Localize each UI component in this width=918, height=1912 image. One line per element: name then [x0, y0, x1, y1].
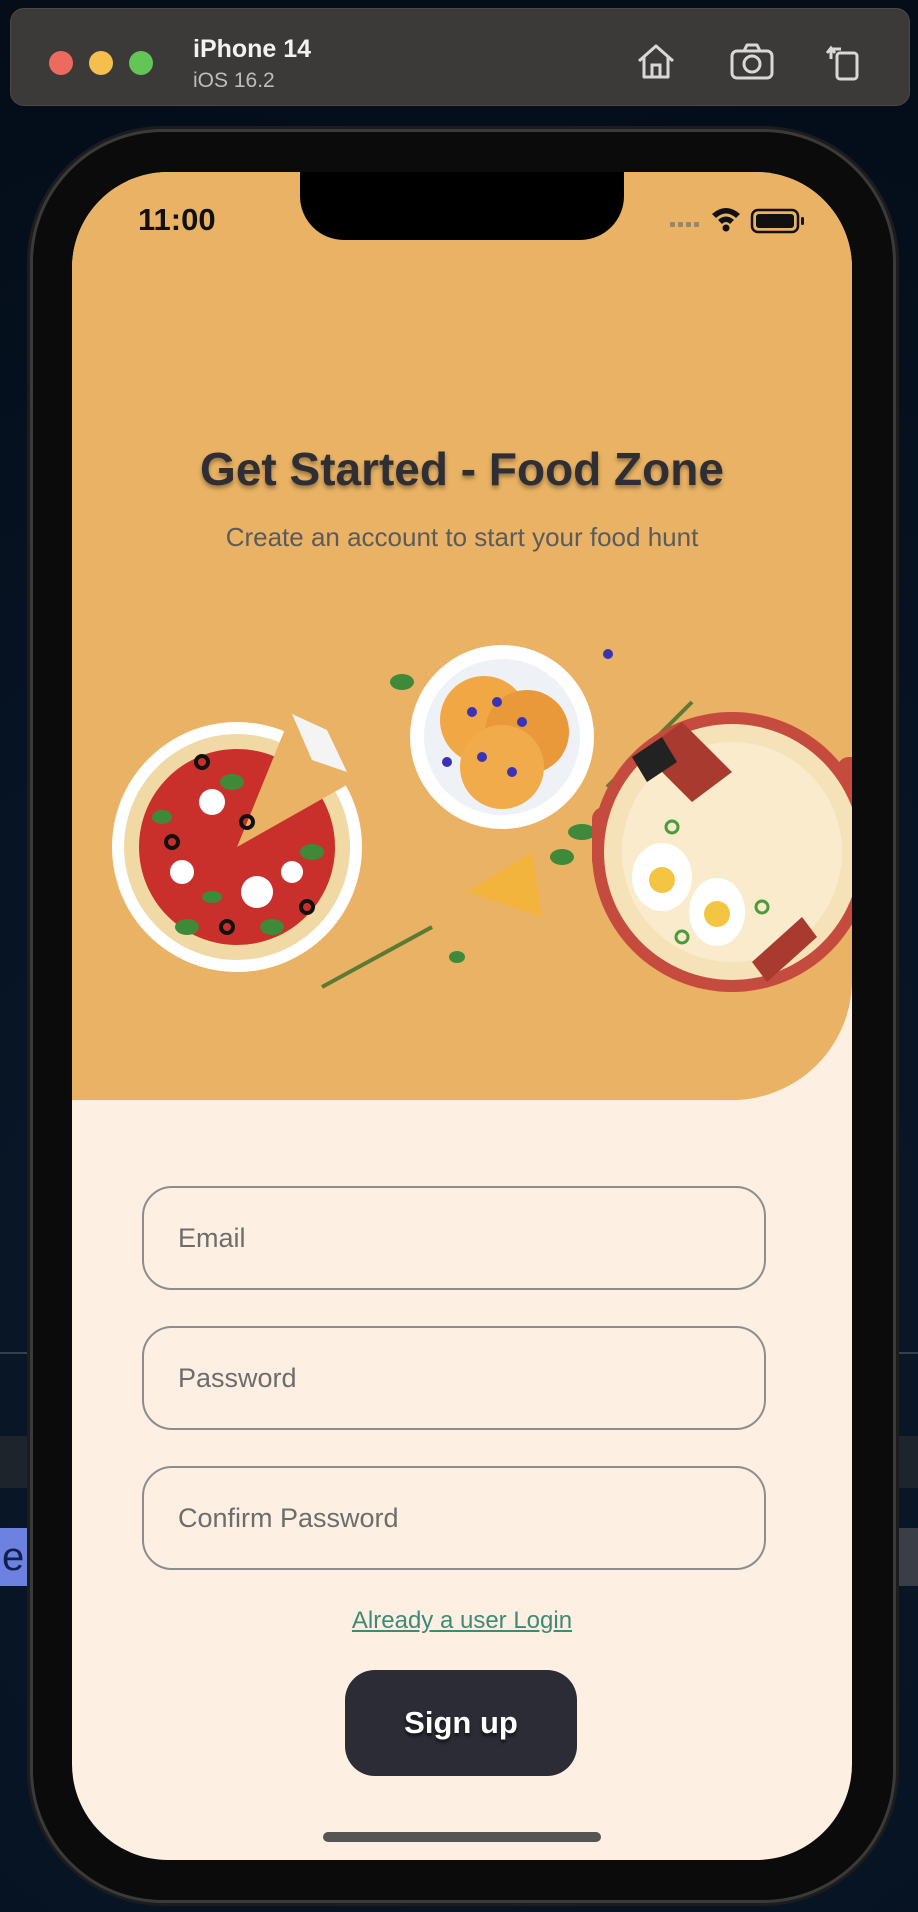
background-tab: e — [0, 1528, 30, 1586]
password-field[interactable] — [142, 1326, 766, 1430]
battery-icon — [750, 208, 804, 234]
signal-icon — [670, 222, 699, 227]
pizza-icon — [112, 712, 362, 972]
email-field[interactable] — [142, 1186, 766, 1290]
background-tab-right — [896, 1528, 918, 1586]
screenshot-icon[interactable] — [729, 39, 775, 85]
rotate-icon[interactable] — [823, 39, 869, 85]
home-icon[interactable] — [633, 39, 679, 85]
cheese-icon — [467, 852, 542, 917]
home-indicator — [323, 1832, 601, 1842]
app-screen: 11:00 Get Started - Food Zone Create an … — [72, 172, 852, 1860]
header-panel: 11:00 Get Started - Food Zone Create an … — [72, 172, 852, 1100]
food-illustration — [112, 645, 852, 992]
close-window-button[interactable] — [49, 51, 73, 75]
minimize-window-button[interactable] — [89, 51, 113, 75]
status-icons — [670, 208, 804, 234]
simulator-toolbar: iPhone 14 iOS 16.2 — [10, 8, 910, 106]
page-title: Get Started - Food Zone — [200, 443, 724, 495]
page-subtitle: Create an account to start your food hun… — [225, 522, 699, 552]
os-version: iOS 16.2 — [193, 69, 275, 92]
confirm-password-field[interactable] — [142, 1466, 766, 1570]
phone-frame: 11:00 Get Started - Food Zone Create an … — [33, 132, 893, 1900]
device-name: iPhone 14 — [193, 35, 312, 63]
ramen-bowl-icon — [592, 712, 852, 992]
signup-button[interactable]: Sign up — [345, 1670, 577, 1776]
notch — [300, 172, 624, 240]
status-time: 11:00 — [138, 202, 216, 237]
login-link[interactable]: Already a user Login — [72, 1607, 852, 1635]
wifi-icon — [712, 208, 740, 232]
zoom-window-button[interactable] — [129, 51, 153, 75]
pancake-plate-icon — [410, 645, 594, 829]
